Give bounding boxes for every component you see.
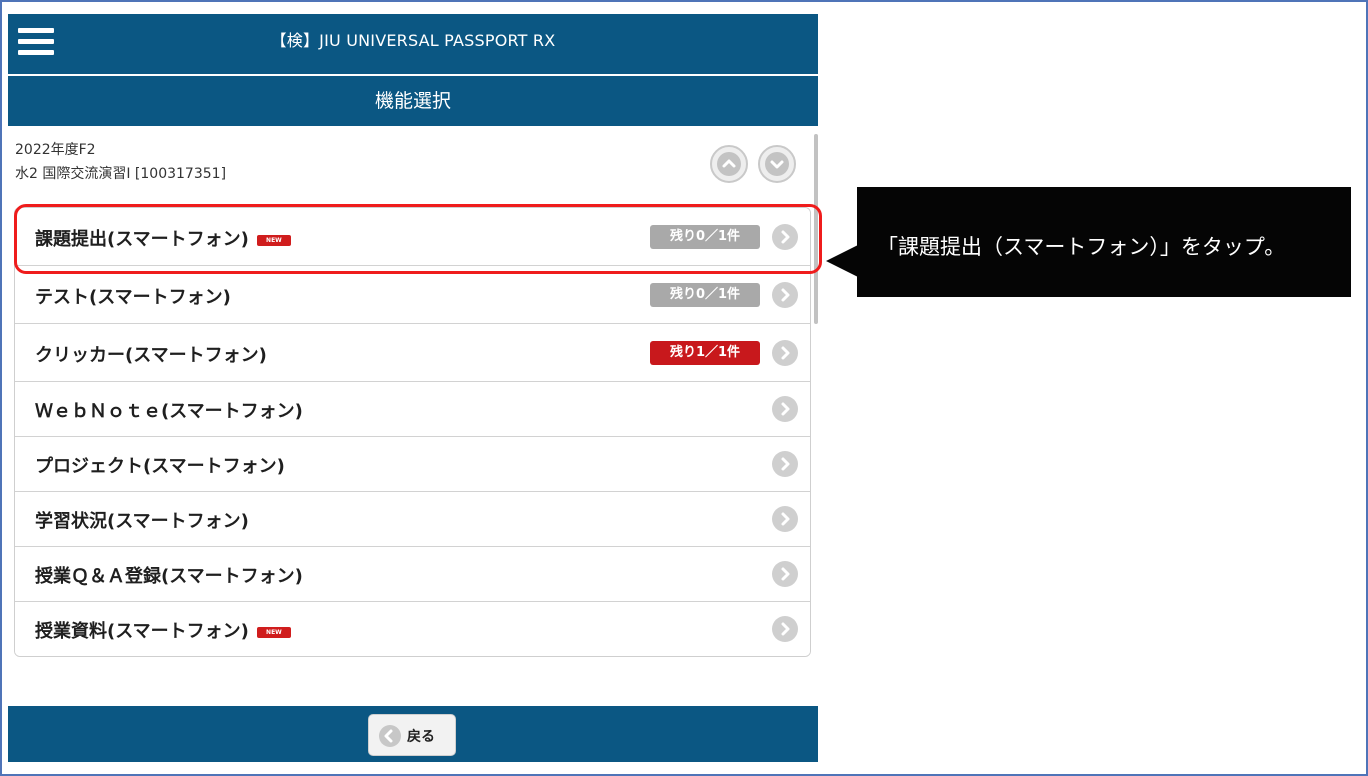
chevron-right-icon xyxy=(772,616,798,642)
highlight-box xyxy=(14,204,822,274)
function-menu: 課題提出(スマートフォン) NEW 残り0／1件 テスト(スマートフォン) 残り0… xyxy=(14,207,811,657)
menu-item-label: プロジェクト(スマートフォン) xyxy=(35,456,285,477)
remaining-count-badge: 残り1／1件 xyxy=(650,341,760,365)
phone-screen: 【検】JIU UNIVERSAL PASSPORT RX 機能選択 2022年度… xyxy=(8,14,818,762)
back-arrow-icon xyxy=(379,725,401,747)
course-name: 水2 国際交流演習I [100317351] xyxy=(15,166,227,182)
chevron-right-icon xyxy=(772,506,798,532)
menu-item-materials[interactable]: 授業資料(スマートフォン) NEW xyxy=(15,602,810,656)
chevron-right-icon xyxy=(772,340,798,366)
menu-item-test[interactable]: テスト(スマートフォン) 残り0／1件 xyxy=(15,266,810,324)
instruction-callout: 「課題提出（スマートフォン）」をタップ。 xyxy=(857,187,1351,297)
menu-item-label: 授業資料(スマートフォン) xyxy=(35,621,249,642)
menu-item-webnote[interactable]: ＷｅｂＮｏｔｅ(スマートフォン) xyxy=(15,382,810,437)
course-term: 2022年度F2 xyxy=(15,142,96,158)
chevron-right-icon xyxy=(772,282,798,308)
menu-item-label: 授業Ｑ＆Ａ登録(スマートフォン) xyxy=(35,566,303,587)
top-bar: 【検】JIU UNIVERSAL PASSPORT RX xyxy=(8,14,818,74)
menu-item-learning-status[interactable]: 学習状況(スマートフォン) xyxy=(15,492,810,547)
menu-item-label: 学習状況(スマートフォン) xyxy=(35,511,249,532)
menu-item-qa-register[interactable]: 授業Ｑ＆Ａ登録(スマートフォン) xyxy=(15,547,810,602)
chevron-right-icon xyxy=(772,396,798,422)
menu-item-clicker[interactable]: クリッカー(スマートフォン) 残り1／1件 xyxy=(15,324,810,382)
chevron-right-icon xyxy=(772,561,798,587)
app-title: 【検】JIU UNIVERSAL PASSPORT RX xyxy=(270,31,556,50)
instruction-text: 「課題提出（スマートフォン）」をタップ。 xyxy=(877,235,1286,259)
back-label: 戻る xyxy=(407,729,435,745)
back-button[interactable]: 戻る xyxy=(368,714,456,756)
menu-item-label: ＷｅｂＮｏｔｅ(スマートフォン) xyxy=(35,401,303,422)
menu-item-label: クリッカー(スマートフォン) xyxy=(35,345,267,366)
scroll-up-button[interactable] xyxy=(710,145,748,183)
new-badge: NEW xyxy=(256,626,291,638)
course-info: 2022年度F2 水2 国際交流演習I [100317351] xyxy=(15,138,226,186)
scroll-down-button[interactable] xyxy=(758,145,796,183)
remaining-count-badge: 残り0／1件 xyxy=(650,283,760,307)
footer-bar: 戻る xyxy=(8,706,818,762)
callout-arrow xyxy=(826,245,858,277)
chevron-up-icon xyxy=(722,159,736,168)
page-title: 機能選択 xyxy=(8,76,818,126)
sub-header: 機能選択 xyxy=(8,74,818,126)
menu-item-project[interactable]: プロジェクト(スマートフォン) xyxy=(15,437,810,492)
chevron-down-icon xyxy=(770,160,784,169)
chevron-right-icon xyxy=(772,451,798,477)
menu-item-label: テスト(スマートフォン) xyxy=(35,287,231,308)
